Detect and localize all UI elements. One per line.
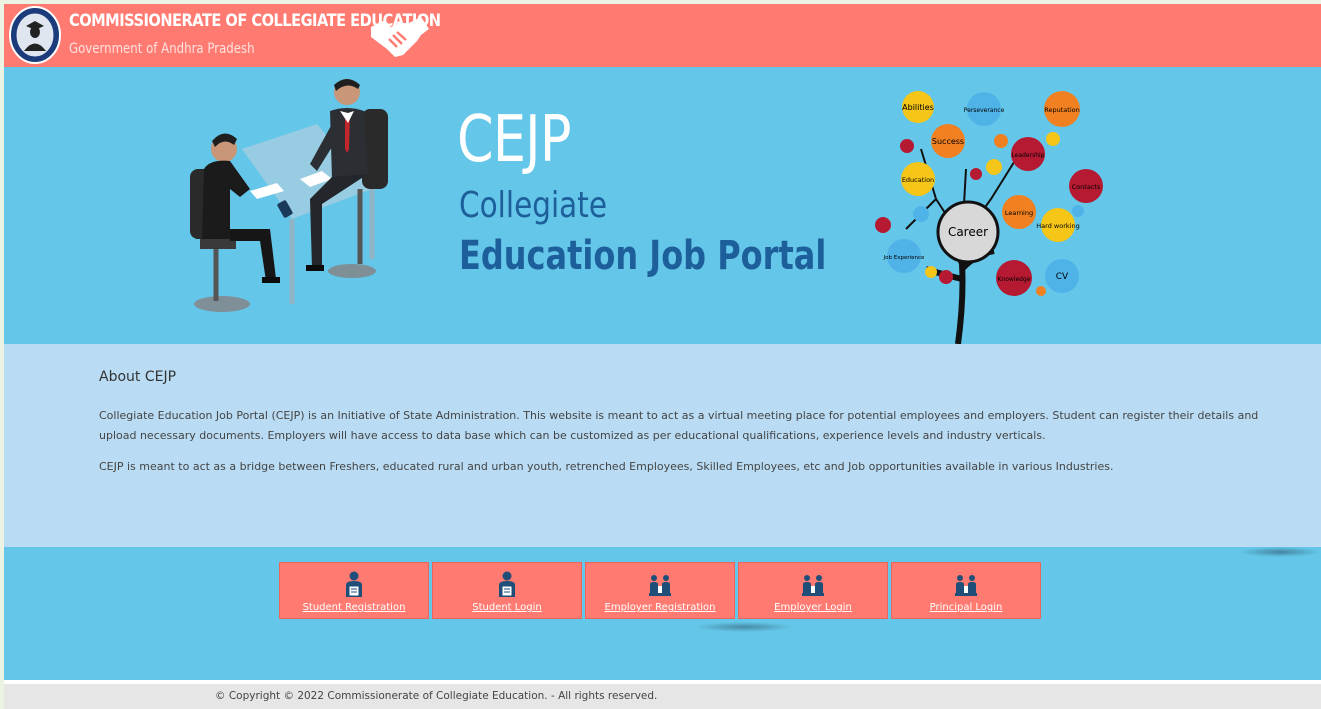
business-meeting-illustration [190, 79, 388, 312]
tree-word-reputation: Reputation [1044, 106, 1079, 114]
button-row: Student Registration Student Login Emplo… [279, 562, 1041, 619]
about-section: About CEJP Collegiate Education Job Port… [4, 344, 1321, 547]
tree-word-success: Success [932, 137, 964, 146]
career-tree-illustration: Abilities Perseverance Reputation Succes… [875, 91, 1103, 344]
tree-word-leadership: Leadership [1012, 152, 1045, 159]
site-header: COMMISSIONERATE OF COLLEGIATE EDUCATION … [4, 4, 1321, 67]
student-login-button[interactable]: Student Login [432, 562, 582, 619]
tree-word-abilities: Abilities [902, 103, 934, 112]
cejp-subtitle-line1: Collegiate [459, 185, 608, 226]
interview-icon [649, 575, 671, 596]
handshake-icon [371, 17, 429, 57]
student-icon [346, 571, 362, 597]
about-paragraph-1: Collegiate Education Job Portal (CEJP) i… [99, 409, 1259, 442]
student-icon [499, 571, 515, 597]
interview-icon [802, 575, 824, 596]
interview-icon [955, 575, 977, 596]
page: COMMISSIONERATE OF COLLEGIATE EDUCATION … [4, 4, 1321, 709]
tree-word-perseverance: Perseverance [964, 107, 1005, 114]
org-subtitle: Government of Andhra Pradesh [69, 41, 255, 57]
tree-word-hard-working: Hard working [1036, 222, 1079, 230]
tree-word-contacts: Contacts [1072, 183, 1101, 191]
employer-registration-button[interactable]: Employer Registration [585, 562, 735, 619]
employer-registration-label[interactable]: Employer Registration [605, 602, 716, 613]
tree-word-knowledge: Knowledge [998, 276, 1031, 283]
employer-login-button[interactable]: Employer Login [738, 562, 888, 619]
tree-word-learning: Learning [1005, 209, 1033, 217]
tree-word-education: Education [902, 176, 934, 184]
tree-word-job-experience: Job Experience [883, 255, 926, 261]
student-login-label[interactable]: Student Login [472, 602, 542, 613]
student-registration-label[interactable]: Student Registration [303, 602, 406, 613]
hero-banner: CEJP Collegiate Education Job Portal Abi… [4, 67, 1321, 344]
about-heading: About CEJP [99, 369, 177, 385]
tree-word-career: Career [948, 225, 988, 239]
tree-word-cv: CV [1056, 272, 1069, 282]
government-seal-logo[interactable] [9, 6, 61, 64]
cejp-subtitle-line2: Education Job Portal [459, 233, 827, 279]
employer-login-label[interactable]: Employer Login [774, 602, 852, 613]
decorative-shadow [1239, 547, 1321, 557]
principal-login-label[interactable]: Principal Login [930, 602, 1003, 613]
copyright-text: © Copyright © 2022 Commissionerate of Co… [215, 690, 658, 702]
site-footer: © Copyright © 2022 Commissionerate of Co… [4, 684, 1321, 709]
cejp-title: CEJP [457, 103, 571, 177]
principal-login-button[interactable]: Principal Login [891, 562, 1041, 619]
about-paragraph-2: CEJP is meant to act as a bridge between… [99, 460, 1114, 473]
decorative-shadow [694, 622, 794, 632]
student-registration-button[interactable]: Student Registration [279, 562, 429, 619]
action-buttons-section: Student Registration Student Login Emplo… [4, 547, 1321, 680]
